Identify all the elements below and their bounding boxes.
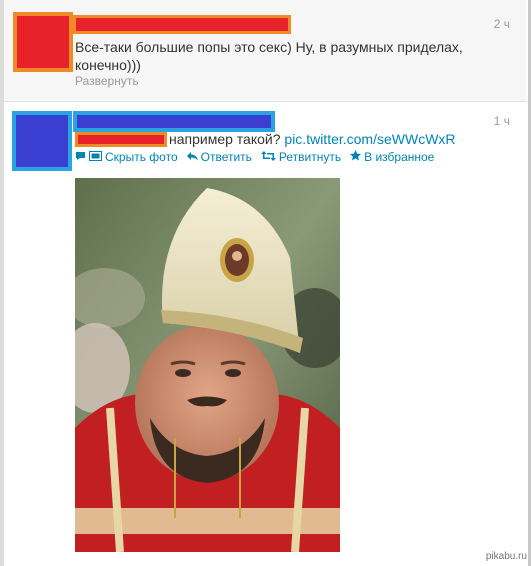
hide-photo-button[interactable]: Скрыть фото (75, 150, 178, 164)
star-icon (350, 150, 362, 164)
favorite-label: В избранное (364, 150, 435, 164)
retweet-button[interactable]: Ретвитнуть (260, 150, 342, 164)
photo-priest-illustration (75, 178, 340, 552)
retweet-icon (260, 150, 276, 164)
avatar-redacted[interactable] (13, 12, 73, 72)
reply-arrow-icon (186, 150, 198, 164)
tweet-1[interactable]: 2 ч Все-таки большие попы это секс) Ну, … (4, 0, 526, 102)
photo-link[interactable]: pic.twitter.com/seWWcWxR (284, 131, 455, 147)
attached-photo[interactable] (75, 178, 340, 552)
avatar-redacted[interactable] (12, 111, 72, 171)
username-redacted[interactable] (73, 15, 291, 34)
mention-redacted[interactable] (75, 132, 167, 147)
tweet-actions: Скрыть фото Ответить Ретвитнуть В избран… (75, 150, 443, 164)
tweet-timestamp[interactable]: 2 ч (494, 17, 510, 31)
tweet-text: Все-таки большие попы это секс) Ну, в ра… (75, 39, 463, 73)
expand-link[interactable]: Развернуть (75, 74, 139, 88)
tweet-2[interactable]: 1 ч например такой? pic.twitter.com/seWW… (4, 102, 526, 566)
watermark: pikabu.ru (485, 551, 527, 562)
username-redacted[interactable] (73, 111, 275, 132)
tweet-text-body: например такой? (169, 131, 281, 147)
reply-label: Ответить (200, 150, 252, 164)
hide-photo-label: Скрыть фото (105, 150, 178, 164)
tweet-text: например такой? pic.twitter.com/seWWcWxR (169, 131, 456, 147)
favorite-button[interactable]: В избранное (350, 150, 434, 164)
tweet-timestamp[interactable]: 1 ч (494, 114, 510, 128)
speech-bubble-icon (75, 150, 86, 164)
retweet-label: Ретвитнуть (278, 150, 342, 164)
photo-icon (89, 150, 102, 164)
reply-button[interactable]: Ответить (186, 150, 252, 164)
